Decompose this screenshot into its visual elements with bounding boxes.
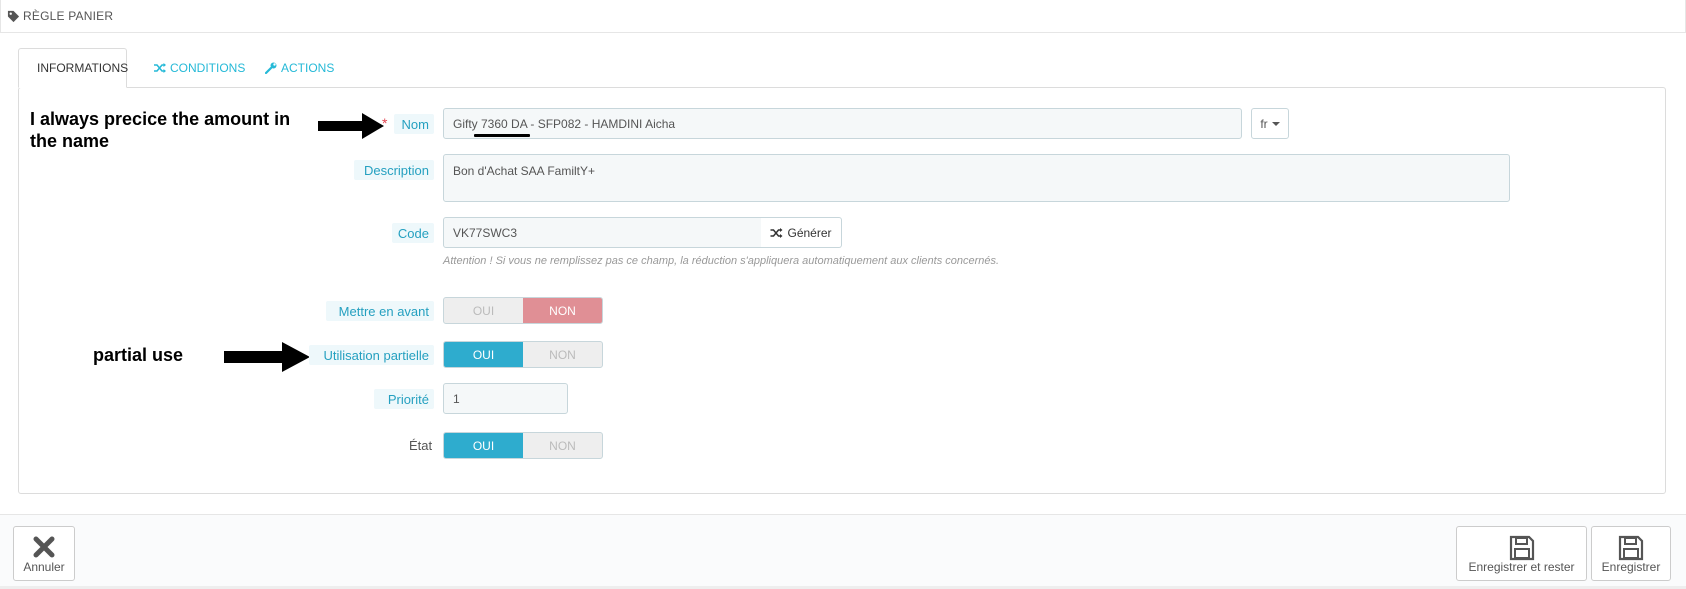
shuffle-icon xyxy=(154,63,166,73)
save-and-stay-button[interactable]: Enregistrer et rester xyxy=(1456,526,1587,581)
code-input[interactable]: VK77SWC3 xyxy=(443,217,762,248)
highlight-switch[interactable]: OUI NON xyxy=(443,297,603,324)
partial-use-switch[interactable]: OUI NON xyxy=(443,341,603,368)
page-title: RÈGLE PANIER xyxy=(23,9,114,23)
shuffle-icon xyxy=(770,227,783,238)
status-label: État xyxy=(409,438,433,453)
arrow-icon xyxy=(224,342,310,372)
tab-label: INFORMATIONS xyxy=(37,61,129,75)
arrow-icon xyxy=(318,113,384,139)
status-switch[interactable]: OUI NON xyxy=(443,432,603,459)
tab-actions[interactable]: ACTIONS xyxy=(251,48,348,88)
cancel-button[interactable]: Annuler xyxy=(13,526,75,581)
cancel-label: Annuler xyxy=(23,560,65,574)
priority-label: Priorité xyxy=(374,389,434,409)
panel-heading: RÈGLE PANIER xyxy=(0,0,1686,33)
language-dropdown[interactable]: fr xyxy=(1251,108,1289,139)
generate-button[interactable]: Générer xyxy=(761,217,842,248)
highlight-yes-option[interactable]: OUI xyxy=(444,298,523,323)
code-label: Code xyxy=(392,223,434,243)
language-value: fr xyxy=(1260,116,1268,131)
name-label: Nom xyxy=(394,114,434,134)
status-yes-option[interactable]: OUI xyxy=(444,433,523,458)
highlight-no-option[interactable]: NON xyxy=(523,298,602,323)
tab-label: ACTIONS xyxy=(281,61,335,75)
partial-use-yes-option[interactable]: OUI xyxy=(444,342,523,367)
description-label: Description xyxy=(354,160,434,180)
annotation-name-note: I always precice the amount in the name xyxy=(30,109,291,151)
save-icon xyxy=(1509,535,1534,561)
highlight-label: Mettre en avant xyxy=(326,301,434,321)
panel-footer xyxy=(0,514,1686,589)
highlight-underline xyxy=(474,134,530,137)
save-label: Enregistrer xyxy=(1601,560,1661,574)
priority-input[interactable]: 1 xyxy=(443,383,568,414)
annotation-partial-note: partial use xyxy=(93,345,184,365)
tab-informations[interactable]: INFORMATIONS xyxy=(18,48,129,88)
close-icon xyxy=(33,536,55,558)
save-and-stay-label: Enregistrer et rester xyxy=(1468,560,1575,574)
generate-label: Générer xyxy=(787,225,832,240)
save-button[interactable]: Enregistrer xyxy=(1591,526,1671,581)
name-input[interactable]: Gifty 7360 DA - SFP082 - HAMDINI Aicha xyxy=(443,108,1242,139)
caret-down-icon xyxy=(1271,121,1280,126)
description-field[interactable]: Bon d'Achat SAA FamiltY+ xyxy=(443,154,1510,202)
wrench-icon xyxy=(265,62,277,74)
tab-label: CONDITIONS xyxy=(170,61,246,75)
tag-icon xyxy=(7,10,20,23)
required-marker: * xyxy=(382,115,388,131)
code-help-text: Attention ! Si vous ne remplissez pas ce… xyxy=(443,255,1000,267)
partial-use-label: Utilisation partielle xyxy=(309,345,434,365)
save-icon xyxy=(1618,535,1644,561)
tab-conditions[interactable]: CONDITIONS xyxy=(140,48,259,88)
status-no-option[interactable]: NON xyxy=(523,433,602,458)
partial-use-no-option[interactable]: NON xyxy=(523,342,602,367)
